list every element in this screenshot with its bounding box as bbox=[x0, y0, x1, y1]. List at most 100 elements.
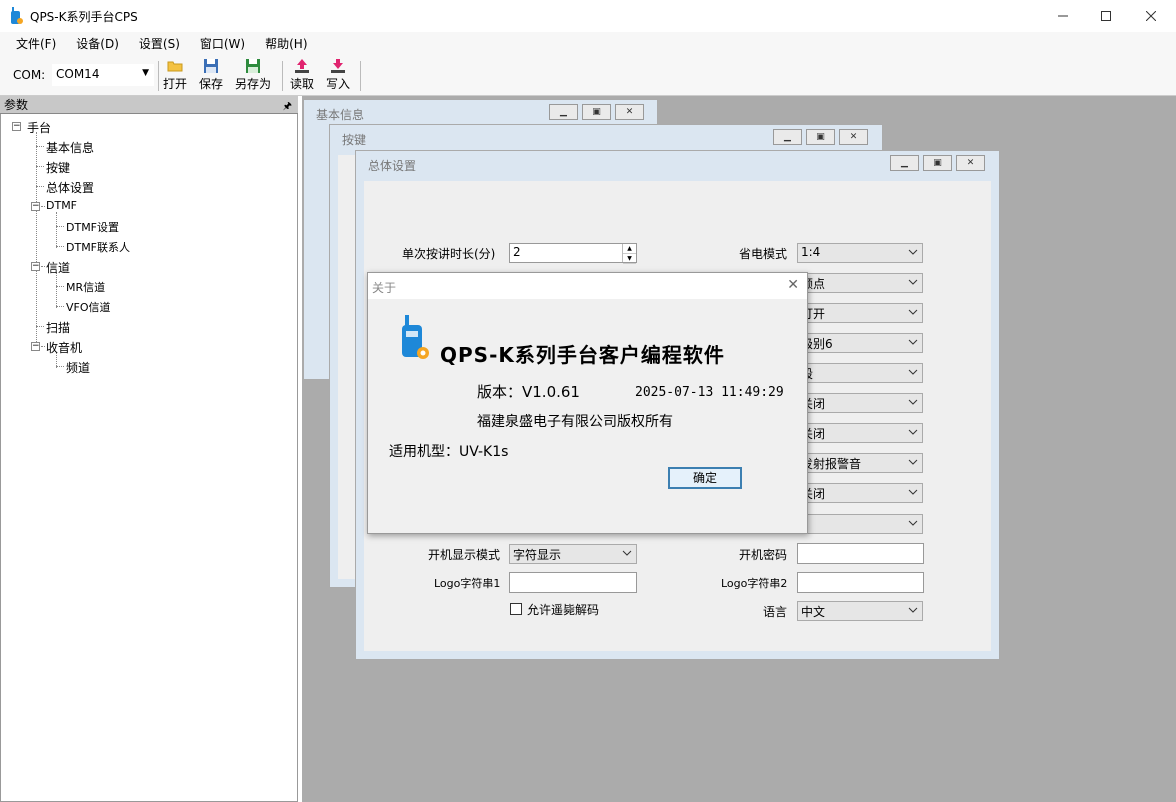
tree-collapse-icon[interactable]: − bbox=[31, 342, 40, 351]
setting-value-8: 发射报警音 bbox=[801, 457, 862, 471]
menu-file[interactable]: 文件(F) bbox=[6, 32, 66, 56]
boot-display-select[interactable]: 字符显示 bbox=[509, 544, 637, 564]
setting-select-2[interactable]: 频点 bbox=[797, 273, 923, 293]
chevron-down-icon bbox=[908, 459, 918, 465]
about-version: 版本：V1.0.61 bbox=[477, 383, 580, 401]
language-value: 中文 bbox=[801, 605, 826, 619]
close-icon[interactable]: ✕ bbox=[787, 277, 799, 293]
title-bar: QPS-K系列手台CPS bbox=[0, 0, 1176, 32]
logo1-input[interactable] bbox=[509, 572, 637, 593]
panel-title: 参数 bbox=[4, 98, 29, 112]
minimize-icon[interactable]: ▁ bbox=[773, 129, 802, 145]
close-icon[interactable]: ✕ bbox=[615, 104, 644, 120]
menu-help[interactable]: 帮助(H) bbox=[255, 32, 317, 56]
ptt-time-stepper[interactable]: ▲ ▼ bbox=[622, 244, 636, 264]
tree-node-keys[interactable]: 按键 bbox=[46, 159, 70, 176]
menu-device[interactable]: 设备(D) bbox=[66, 32, 129, 56]
tree-node-radio[interactable]: 收音机 bbox=[46, 339, 82, 356]
close-icon[interactable]: ✕ bbox=[839, 129, 868, 145]
chevron-down-icon bbox=[908, 339, 918, 345]
close-icon[interactable]: ✕ bbox=[956, 155, 985, 171]
com-port-select[interactable]: COM14 ▼ bbox=[52, 64, 154, 86]
setting-select-3[interactable]: 打开 bbox=[797, 303, 923, 323]
remote-kill-checkbox[interactable] bbox=[510, 603, 522, 615]
toolbar-separator bbox=[360, 61, 361, 91]
save-as-button[interactable]: 另存为 bbox=[235, 58, 271, 94]
setting-select-7[interactable]: 关闭 bbox=[797, 423, 923, 443]
chevron-down-icon bbox=[908, 520, 918, 526]
chevron-down-icon bbox=[908, 249, 918, 255]
window-controls: ▁ ▣ ✕ bbox=[773, 129, 868, 145]
about-copyright: 福建泉盛电子有限公司版权所有 bbox=[477, 414, 673, 430]
window-title-keys: 按键 bbox=[342, 133, 367, 147]
about-heading: QPS-K系列手台客户编程软件 bbox=[440, 343, 725, 367]
tree-line bbox=[41, 206, 45, 207]
tree-collapse-icon[interactable]: − bbox=[12, 122, 21, 131]
chevron-down-icon bbox=[908, 489, 918, 495]
close-button[interactable] bbox=[1128, 0, 1174, 32]
tree-collapse-icon[interactable]: − bbox=[31, 262, 40, 271]
tree-node-general-settings[interactable]: 总体设置 bbox=[46, 179, 94, 196]
ptt-time-value: 2 bbox=[513, 245, 521, 259]
tree-line bbox=[56, 366, 64, 367]
minimize-icon[interactable]: ▁ bbox=[549, 104, 578, 120]
logo2-input[interactable] bbox=[797, 572, 924, 593]
ok-button[interactable]: 确定 bbox=[668, 467, 742, 489]
chevron-down-icon bbox=[908, 279, 918, 285]
tree-line bbox=[56, 226, 64, 227]
tree-node-channels[interactable]: 信道 bbox=[46, 259, 70, 276]
setting-select-8[interactable]: 发射报警音 bbox=[797, 453, 923, 473]
maximize-button[interactable] bbox=[1083, 0, 1129, 32]
tree-node-dtmf[interactable]: DTMF bbox=[46, 199, 77, 212]
save-button[interactable]: 保存 bbox=[199, 58, 223, 94]
setting-select-10[interactable] bbox=[797, 514, 923, 534]
tree-line bbox=[41, 346, 45, 347]
restore-icon[interactable]: ▣ bbox=[806, 129, 835, 145]
maximize-icon bbox=[1101, 11, 1111, 21]
minimize-button[interactable] bbox=[1040, 0, 1086, 32]
tree-node-vfo-channels[interactable]: VFO信道 bbox=[66, 299, 111, 315]
folder-icon bbox=[167, 61, 183, 72]
tree-node-dtmf-contacts[interactable]: DTMF联系人 bbox=[66, 239, 130, 255]
tree-node-frequency[interactable]: 频道 bbox=[66, 359, 90, 376]
about-model: 适用机型：UV-K1s bbox=[389, 444, 509, 460]
boot-password-input[interactable] bbox=[797, 543, 924, 564]
tree-line bbox=[56, 286, 64, 287]
menu-window[interactable]: 窗口(W) bbox=[190, 32, 255, 56]
com-label: COM: bbox=[13, 68, 46, 82]
write-button[interactable]: 写入 bbox=[326, 58, 350, 94]
setting-select-5[interactable]: 段 bbox=[797, 363, 923, 383]
write-label: 写入 bbox=[326, 77, 351, 91]
setting-select-9[interactable]: 关闭 bbox=[797, 483, 923, 503]
setting-select-6[interactable]: 关闭 bbox=[797, 393, 923, 413]
tree-node-mr-channels[interactable]: MR信道 bbox=[66, 279, 105, 295]
toolbar-separator bbox=[158, 61, 159, 91]
language-label: 语言 bbox=[763, 605, 788, 619]
restore-icon[interactable]: ▣ bbox=[923, 155, 952, 171]
language-select[interactable]: 中文 bbox=[797, 601, 923, 621]
tree-line bbox=[56, 246, 64, 247]
setting-select-4[interactable]: 级别6 bbox=[797, 333, 923, 353]
read-button[interactable]: 读取 bbox=[290, 58, 314, 94]
upload-arrow-icon bbox=[295, 59, 309, 73]
com-port-value: COM14 bbox=[56, 67, 100, 81]
tree-node-dtmf-settings[interactable]: DTMF设置 bbox=[66, 219, 119, 235]
tree-node-handset[interactable]: 手台 bbox=[27, 119, 51, 136]
menu-settings[interactable]: 设置(S) bbox=[129, 32, 190, 56]
minimize-icon bbox=[1058, 15, 1068, 17]
chevron-down-icon bbox=[908, 399, 918, 405]
window-controls: ▁ ▣ ✕ bbox=[890, 155, 985, 171]
minimize-icon[interactable]: ▁ bbox=[890, 155, 919, 171]
tree-collapse-icon[interactable]: − bbox=[31, 202, 40, 211]
tree-line bbox=[36, 186, 44, 187]
tree-node-basic-info[interactable]: 基本信息 bbox=[46, 139, 94, 156]
ptt-time-input[interactable]: 2 ▲ ▼ bbox=[509, 243, 637, 264]
open-button[interactable]: 打开 bbox=[163, 58, 187, 94]
tree-node-scan[interactable]: 扫描 bbox=[46, 319, 70, 336]
power-save-select[interactable]: 1:4 bbox=[797, 243, 923, 263]
download-arrow-icon bbox=[331, 59, 345, 73]
tree-line bbox=[56, 272, 57, 308]
tree-line bbox=[41, 266, 45, 267]
window-title-general-settings: 总体设置 bbox=[368, 159, 417, 173]
restore-icon[interactable]: ▣ bbox=[582, 104, 611, 120]
